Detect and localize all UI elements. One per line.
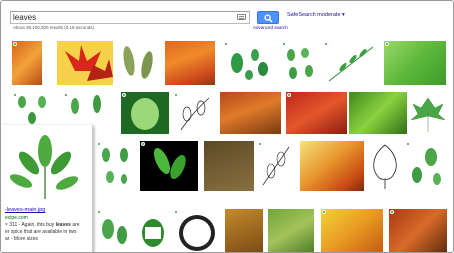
search-icon bbox=[264, 14, 273, 23]
image-result[interactable] bbox=[223, 41, 275, 85]
image-result[interactable] bbox=[368, 141, 402, 191]
image-result[interactable] bbox=[384, 41, 446, 85]
image-result[interactable] bbox=[268, 209, 314, 252]
selected-check-icon bbox=[141, 142, 145, 146]
selected-check-icon bbox=[13, 93, 17, 97]
preview-domain[interactable]: ecipe.com bbox=[5, 215, 28, 221]
image-result[interactable] bbox=[300, 141, 364, 191]
selected-check-icon bbox=[64, 93, 68, 97]
safesearch-dropdown[interactable]: SafeSearch moderate ▾ bbox=[287, 12, 345, 18]
selected-check-icon bbox=[385, 42, 389, 46]
image-preview-panel[interactable]: -leaves-main.jpg ecipe.com × 311 - Again… bbox=[1, 125, 93, 252]
selected-check-icon bbox=[13, 42, 17, 46]
selected-check-icon bbox=[390, 210, 394, 214]
image-result[interactable] bbox=[286, 92, 347, 134]
selected-check-icon bbox=[97, 142, 101, 146]
search-button[interactable] bbox=[257, 11, 279, 24]
image-result[interactable] bbox=[117, 41, 160, 85]
image-result[interactable] bbox=[225, 209, 263, 252]
search-input[interactable] bbox=[13, 12, 228, 23]
image-result[interactable] bbox=[405, 141, 447, 191]
image-result[interactable] bbox=[12, 41, 42, 85]
advanced-search-link[interactable]: Advanced search bbox=[253, 25, 288, 30]
selected-check-icon bbox=[322, 210, 326, 214]
image-result[interactable] bbox=[137, 209, 169, 252]
image-result[interactable] bbox=[349, 92, 407, 134]
image-result[interactable] bbox=[63, 92, 115, 125]
results-count: About 39,100,000 results (0.18 seconds) bbox=[13, 25, 95, 30]
selected-check-icon bbox=[224, 42, 228, 46]
image-result[interactable] bbox=[204, 141, 254, 191]
image-result[interactable] bbox=[165, 41, 215, 85]
selected-check-icon bbox=[258, 142, 262, 146]
selected-check-icon bbox=[406, 142, 410, 146]
image-result[interactable] bbox=[409, 92, 447, 134]
image-result[interactable] bbox=[321, 209, 383, 252]
image-result[interactable] bbox=[281, 41, 319, 85]
search-box[interactable] bbox=[10, 11, 250, 24]
image-result[interactable] bbox=[220, 92, 281, 134]
image-result[interactable] bbox=[12, 92, 60, 125]
selected-check-icon bbox=[287, 93, 291, 97]
image-result[interactable] bbox=[173, 209, 221, 252]
selected-check-icon bbox=[97, 210, 101, 214]
image-result[interactable] bbox=[323, 41, 379, 85]
image-result[interactable] bbox=[96, 141, 134, 191]
preview-image[interactable] bbox=[5, 129, 85, 203]
selected-check-icon bbox=[324, 42, 328, 46]
image-result[interactable] bbox=[173, 92, 217, 134]
image-result[interactable] bbox=[57, 41, 113, 85]
preview-image-link[interactable]: -leaves-main.jpg bbox=[5, 207, 45, 213]
selected-check-icon bbox=[174, 93, 178, 97]
keyboard-icon[interactable] bbox=[237, 14, 246, 20]
image-result[interactable] bbox=[257, 141, 295, 191]
selected-check-icon bbox=[174, 210, 178, 214]
preview-snippet: × 311 - Again, this buy leaves are er sp… bbox=[5, 222, 80, 242]
image-result[interactable] bbox=[140, 141, 198, 191]
browser-window: SafeSearch moderate ▾ About 39,100,000 r… bbox=[0, 0, 454, 253]
image-result[interactable] bbox=[389, 209, 447, 252]
image-result[interactable] bbox=[121, 92, 169, 134]
image-result[interactable] bbox=[96, 209, 132, 252]
selected-check-icon bbox=[282, 42, 286, 46]
selected-check-icon bbox=[122, 93, 126, 97]
